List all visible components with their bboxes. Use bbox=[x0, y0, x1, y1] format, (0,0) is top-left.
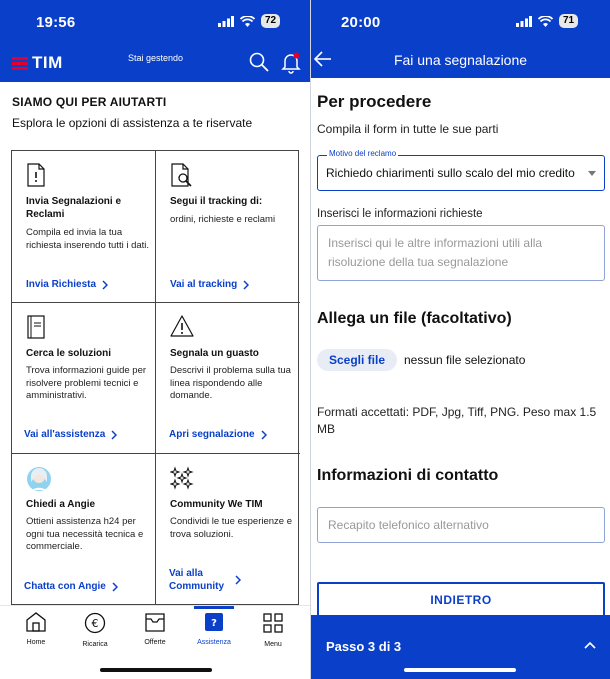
offers-icon bbox=[145, 613, 165, 632]
proceed-subheading: Compila il form in tutte le sue parti bbox=[317, 122, 499, 136]
status-time: 19:56 bbox=[36, 14, 76, 31]
info-field-label: Inserisci le informazioni richieste bbox=[317, 208, 483, 220]
reason-select[interactable]: Motivo del reclamo Richiedo chiarimenti … bbox=[317, 149, 605, 191]
status-icons: 71 bbox=[516, 14, 579, 28]
form-title: Fai una segnalazione bbox=[393, 52, 528, 68]
form-header: Fai una segnalazione bbox=[311, 44, 610, 78]
help-icon: ? bbox=[205, 613, 223, 631]
document-alert-icon bbox=[27, 163, 45, 187]
card-community: Community We TIM Condividi le tue esperi… bbox=[156, 454, 300, 605]
invia-richiesta-link[interactable]: Invia Richiesta bbox=[26, 278, 109, 291]
card-description: Trova informazioni guide per risolvere p… bbox=[26, 365, 147, 401]
card-description: Descrivi il problema sulla tua linea ris… bbox=[170, 365, 291, 401]
card-cerca-soluzioni: Cerca le soluzioni Trova informazioni gu… bbox=[12, 303, 156, 454]
card-tracking: Segui il tracking di: ordini, richieste … bbox=[156, 151, 300, 302]
wifi-icon bbox=[538, 15, 553, 27]
chevron-right-icon bbox=[102, 279, 109, 290]
info-textarea[interactable] bbox=[317, 225, 605, 281]
card-title: Segui il tracking di: bbox=[170, 196, 263, 207]
proceed-heading: Per procedere bbox=[317, 92, 432, 111]
card-description: ordini, richieste e reclami bbox=[170, 214, 276, 225]
card-description: Condividi le tue esperienze e trova solu… bbox=[170, 516, 292, 540]
card-invia-segnalazioni: Invia Segnalazioni e Reclami Compila ed … bbox=[12, 151, 156, 302]
screenshot-composite: 19:56 72 TIM Stai gestendo SIAMO QUI PER… bbox=[0, 0, 610, 679]
back-button[interactable]: INDIETRO bbox=[317, 582, 605, 618]
alternative-phone-input[interactable] bbox=[317, 507, 605, 543]
battery-indicator: 72 bbox=[261, 14, 281, 28]
nav-active-indicator bbox=[194, 606, 234, 609]
tim-logo-mark-icon bbox=[12, 56, 28, 70]
nav-item-ricarica[interactable]: € Ricarica bbox=[67, 612, 123, 648]
svg-text:€: € bbox=[92, 617, 99, 630]
status-time: 20:00 bbox=[341, 14, 381, 31]
card-title: Chiedi a Angie bbox=[26, 499, 96, 510]
card-title: Community We TIM bbox=[170, 499, 263, 510]
chevron-right-icon bbox=[111, 429, 118, 440]
accepted-formats: Formati accettati: PDF, Jpg, Tiff, PNG. … bbox=[317, 405, 597, 436]
svg-text:?: ? bbox=[211, 618, 217, 629]
grid-icon bbox=[263, 613, 283, 633]
status-icons: 72 bbox=[218, 14, 281, 28]
card-description: Ottieni assistenza h24 per ogni tua nece… bbox=[26, 516, 144, 552]
home-indicator[interactable] bbox=[100, 668, 212, 672]
community-icon bbox=[170, 466, 194, 490]
caret-down-icon bbox=[588, 171, 596, 176]
step-label: Passo 3 di 3 bbox=[326, 639, 402, 654]
signal-icon bbox=[516, 15, 532, 27]
chevron-right-icon bbox=[243, 279, 250, 290]
reason-select-label: Motivo del reclamo bbox=[327, 149, 399, 158]
status-bar: 19:56 72 bbox=[0, 0, 310, 44]
wifi-icon bbox=[240, 15, 255, 27]
battery-indicator: 71 bbox=[559, 14, 579, 28]
app-header: TIM Stai gestendo bbox=[0, 44, 310, 82]
angie-avatar-icon bbox=[27, 467, 51, 491]
status-bar: 20:00 71 bbox=[311, 0, 610, 44]
report-form-screen: 20:00 71 Fai una segnalazione Per proced… bbox=[311, 0, 610, 679]
nav-item-menu[interactable]: Menu bbox=[245, 612, 301, 648]
assistance-screen: 19:56 72 TIM Stai gestendo SIAMO QUI PER… bbox=[0, 0, 310, 679]
vai-alla-community-link[interactable]: Vai alla Community bbox=[169, 567, 241, 593]
chevron-right-icon bbox=[112, 581, 118, 592]
vai-al-tracking-link[interactable]: Vai al tracking bbox=[170, 278, 250, 291]
chevron-right-icon bbox=[261, 429, 267, 440]
book-icon bbox=[27, 315, 45, 339]
home-icon bbox=[26, 612, 46, 632]
chevron-right-icon bbox=[235, 575, 241, 585]
tim-logo-text: TIM bbox=[32, 53, 63, 72]
managing-label[interactable]: Stai gestendo bbox=[128, 53, 183, 63]
warning-triangle-icon bbox=[170, 315, 194, 337]
assistance-options-grid: Invia Segnalazioni e Reclami Compila ed … bbox=[11, 150, 300, 606]
reason-select-value: Richiedo chiarimenti sullo scalo del mio… bbox=[326, 166, 575, 180]
help-subtitle: Esplora le opzioni di assistenza a te ri… bbox=[12, 116, 253, 130]
card-title: Segnala un guasto bbox=[170, 348, 259, 359]
card-title: Invia Segnalazioni e Reclami bbox=[26, 196, 122, 220]
file-status: nessun file selezionato bbox=[404, 353, 526, 367]
nav-item-offerte[interactable]: Offerte bbox=[127, 612, 183, 646]
home-indicator[interactable] bbox=[404, 668, 516, 672]
bell-notification-icon[interactable] bbox=[281, 52, 301, 74]
signal-icon bbox=[218, 15, 234, 27]
chevron-up-icon[interactable] bbox=[584, 641, 596, 649]
nav-item-assistenza[interactable]: ? Assistenza bbox=[186, 612, 242, 646]
help-title: SIAMO QUI PER AIUTARTI bbox=[12, 95, 167, 109]
attach-heading: Allega un file (facoltativo) bbox=[317, 310, 512, 327]
chatta-con-angie-link[interactable]: Chatta con Angie bbox=[24, 580, 118, 593]
apri-segnalazione-link[interactable]: Apri segnalazione bbox=[169, 428, 267, 441]
nav-item-home[interactable]: Home bbox=[8, 612, 64, 646]
card-chiedi-angie: Chiedi a Angie Ottieni assistenza h24 pe… bbox=[12, 454, 156, 605]
choose-file-button[interactable]: Scegli file bbox=[317, 349, 398, 371]
card-title: Cerca le soluzioni bbox=[26, 348, 112, 359]
vai-assistenza-link[interactable]: Vai all'assistenza bbox=[24, 428, 118, 441]
card-description: Compila ed invia la tua richiesta insere… bbox=[26, 227, 150, 251]
card-segnala-guasto: Segnala un guasto Descrivi il problema s… bbox=[156, 303, 300, 454]
search-icon[interactable] bbox=[249, 52, 269, 72]
document-search-icon bbox=[171, 163, 192, 187]
contact-heading: Informazioni di contatto bbox=[317, 467, 499, 484]
euro-icon: € bbox=[84, 612, 106, 634]
tim-logo[interactable]: TIM bbox=[12, 53, 63, 73]
